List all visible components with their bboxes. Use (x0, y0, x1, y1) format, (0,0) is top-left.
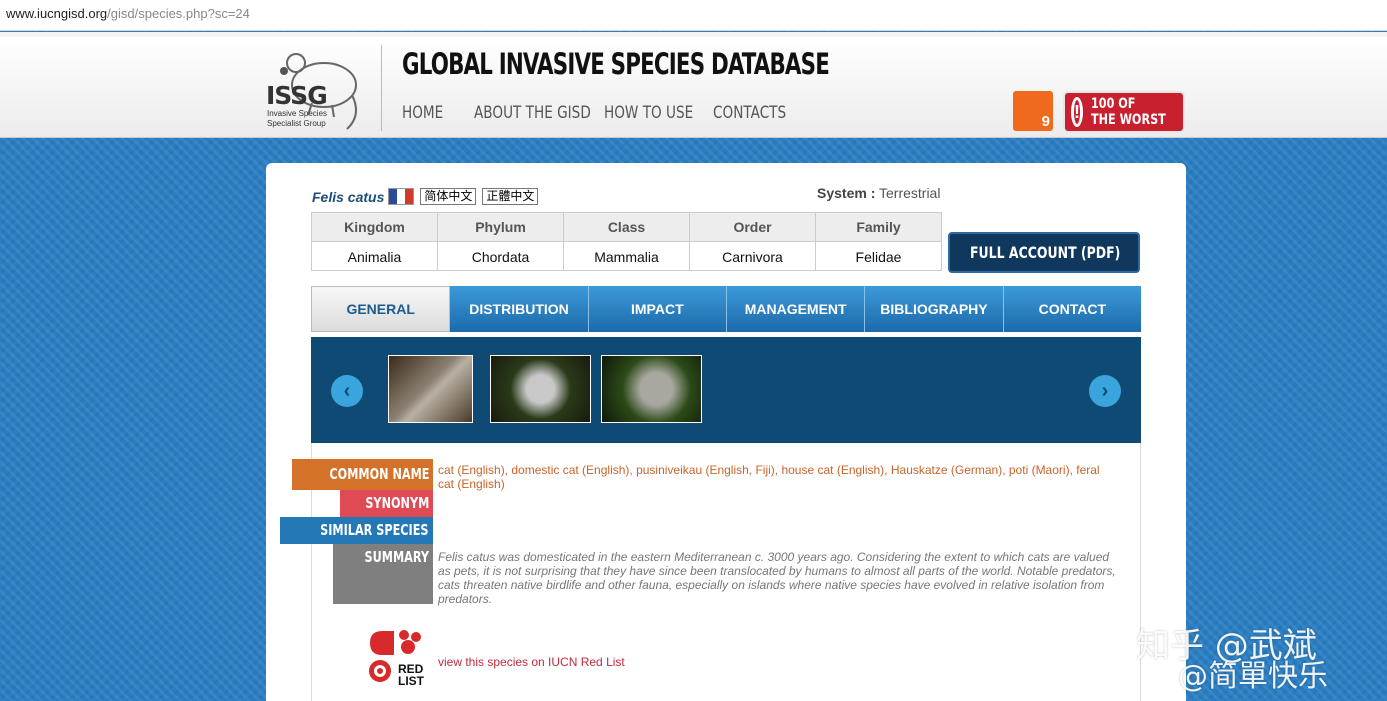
species-heading: Felis catus 简体中文 正體中文 (312, 188, 539, 205)
taxonomy-value-row: Animalia Chordata Mammalia Carnivora Fel… (312, 242, 941, 271)
100-worst-button[interactable]: ! 100 OF THE WORST (1063, 91, 1185, 133)
logo-subtitle-line2: Specialist Group (267, 119, 326, 128)
taxonomy-header: Class (564, 213, 690, 241)
taxonomy-header-row: Kingdom Phylum Class Order Family (312, 213, 941, 242)
chevron-left-icon[interactable]: ‹ (331, 375, 363, 407)
nav-home[interactable]: HOME (402, 103, 460, 123)
lang-simplified-chinese[interactable]: 简体中文 (420, 188, 477, 205)
logo-subtitle-line1: Invasive Species (267, 109, 328, 118)
taxonomy-header: Family (856, 219, 901, 235)
taxonomy-value: Carnivora (690, 242, 816, 271)
nav-contacts[interactable]: CONTACTS (713, 103, 786, 123)
taxonomy-header: Order (690, 213, 816, 241)
common-name-label-text: COMMON NAME (328, 465, 429, 483)
nav-how-to-use[interactable]: HOW TO USE (604, 103, 693, 123)
redlist-logo-text: RED LIST (398, 662, 424, 688)
address-bar[interactable]: www.iucngisd.org/gisd/species.php?sc=24 (0, 0, 1387, 31)
summary-label: SUMMARY (333, 544, 433, 604)
tab-management[interactable]: MANAGEMENT (726, 286, 866, 332)
tab-bibliography[interactable]: BIBLIOGRAPHY (865, 286, 1004, 332)
gallery-thumbnail[interactable] (601, 355, 702, 423)
species-card: Felis catus 简体中文 正體中文 System : Terrestri… (266, 163, 1186, 701)
taxonomy-value: Felidae (855, 248, 902, 265)
url-path: /gisd/species.php?sc=24 (107, 6, 250, 21)
header-divider (381, 45, 382, 131)
site-header: ISSG Invasive Species Specialist Group G… (0, 37, 1387, 138)
tab-impact[interactable]: IMPACT (588, 286, 727, 332)
watermark-line2: @简單快乐 (1178, 659, 1328, 694)
taxonomy-value: Mammalia (564, 242, 690, 271)
nav-about[interactable]: ABOUT THE GISD (474, 103, 591, 123)
system-value: Terrestrial (879, 185, 941, 201)
main-nav: HOME ABOUT THE GISD HOW TO USE CONTACTS (402, 103, 803, 123)
url-host: www.iucngisd.org (6, 6, 108, 21)
tab-bar: GENERAL DISTRIBUTION IMPACT MANAGEMENT B… (311, 286, 1141, 332)
taxonomy-header: Kingdom (312, 213, 438, 241)
tab-contact[interactable]: CONTACT (1003, 286, 1141, 332)
logo-acronym: ISSG (266, 81, 328, 110)
chevron-right-icon[interactable]: › (1089, 375, 1121, 407)
site-title: GLOBAL INVASIVE SPECIES DATABASE (402, 47, 830, 81)
lang-traditional-chinese[interactable]: 正體中文 (482, 188, 539, 205)
synonym-label-text: SYNONYM (365, 494, 429, 512)
similar-species-label-text: SIMILAR SPECIES (320, 521, 429, 539)
redlist-link[interactable]: view this species on IUCN Red List (438, 655, 625, 669)
taxonomy-value: Chordata (438, 242, 564, 271)
100-worst-line2: THE WORST (1091, 112, 1166, 128)
system-label: System : (817, 185, 876, 201)
similar-species-label: SIMILAR SPECIES (280, 517, 433, 544)
exclamation-icon: ! (1071, 97, 1083, 127)
badge-number: 9 (1041, 113, 1050, 130)
100-worst-label: 100 OF THE WORST (1091, 96, 1166, 128)
full-account-pdf-button[interactable]: FULL ACCOUNT (PDF) (948, 232, 1140, 273)
taxonomy-table: Kingdom Phylum Class Order Family Animal… (311, 212, 942, 271)
summary-label-text: SUMMARY (364, 548, 429, 566)
common-name-text: cat (English), domestic cat (English), p… (438, 463, 1100, 491)
issg-logo[interactable]: ISSG Invasive Species Specialist Group (262, 45, 367, 133)
100-worst-line1: 100 OF (1091, 96, 1136, 112)
system-field: System : Terrestrial (817, 185, 940, 201)
logo-subtitle: Invasive Species Specialist Group (267, 109, 327, 129)
iucn-redlist-logo[interactable]: RED LIST (368, 627, 430, 687)
synonym-label: SYNONYM (339, 490, 433, 517)
image-gallery: ‹ › (311, 337, 1141, 443)
gallery-thumbnail[interactable] (388, 355, 473, 423)
common-name-label: COMMON NAME (291, 459, 433, 490)
summary-text: Felis catus was domesticated in the east… (438, 550, 1116, 606)
general-content: COMMON NAME cat (English), domestic cat … (280, 443, 1141, 701)
footprint-badge-icon[interactable]: 9 (1013, 91, 1053, 131)
gallery-thumbnail[interactable] (490, 355, 591, 423)
tab-general[interactable]: GENERAL (311, 286, 451, 332)
full-account-label: FULL ACCOUNT (PDF) (970, 243, 1121, 262)
taxonomy-value: Animalia (312, 242, 438, 271)
species-name: Felis catus (312, 188, 385, 205)
french-flag-icon[interactable] (388, 188, 415, 205)
tab-distribution[interactable]: DISTRIBUTION (450, 286, 589, 332)
taxonomy-header: Phylum (438, 213, 564, 241)
